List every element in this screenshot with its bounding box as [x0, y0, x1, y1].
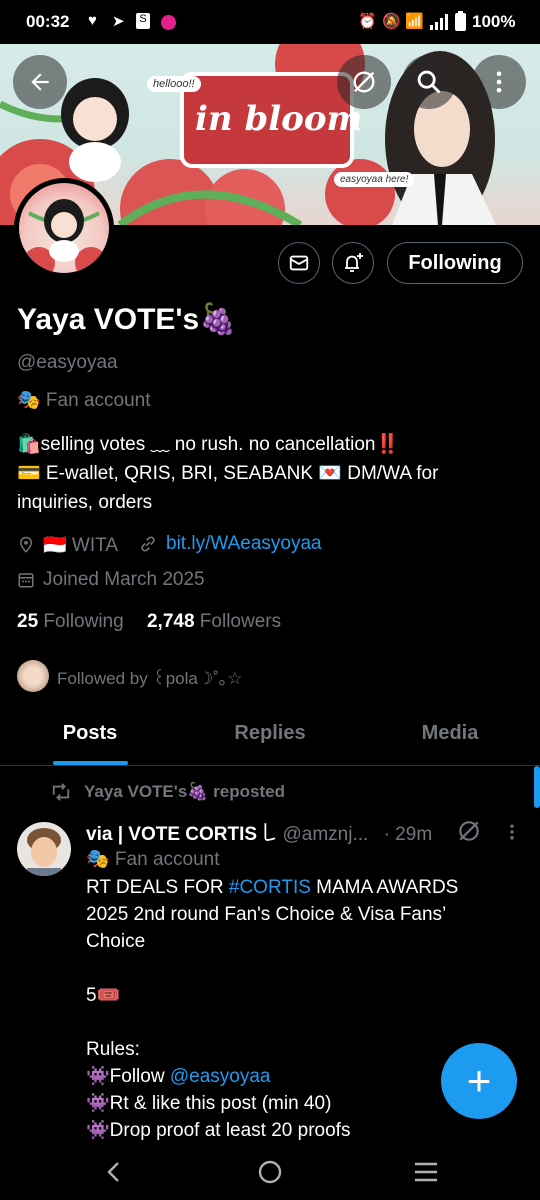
following-button[interactable]: Following — [387, 242, 523, 284]
post-author-avatar[interactable] — [17, 822, 71, 876]
followed-by-text: Followed by ꒰pola☽˚｡☆ — [57, 668, 243, 688]
alarm-icon: ⏰ — [358, 13, 377, 30]
bio-line-1: 🛍️selling votes ﹏ no rush. no cancellati… — [17, 434, 400, 455]
followed-by[interactable]: Followed by ꒰pola☽˚｡☆ — [17, 660, 243, 692]
link-icon — [141, 536, 155, 552]
post-body: RT DEALS FOR #CORTIS MAMA AWARDS 2025 2n… — [86, 874, 496, 1144]
hashtag-link[interactable]: #CORTIS — [229, 877, 311, 898]
joined-text: Joined March 2025 — [43, 569, 205, 590]
more-vertical-icon — [496, 71, 502, 93]
bell-plus-icon — [345, 253, 363, 272]
profile-category: 🎭 Fan account — [17, 390, 151, 411]
compose-button[interactable]: + — [441, 1043, 517, 1119]
back-button[interactable] — [13, 55, 67, 109]
post-line-1-prefix: RT DEALS FOR — [86, 877, 229, 898]
followers-text: Followers — [199, 611, 282, 632]
system-nav-bar — [0, 1148, 540, 1200]
website-link[interactable]: bit.ly/WAeasyoyaa — [166, 533, 322, 555]
profile-name: Yaya VOTE's🍇 — [17, 303, 237, 336]
post-rule-2: 👾Rt & like this post (min 40) — [86, 1093, 332, 1114]
back-arrow-icon — [31, 73, 49, 91]
nav-recents-icon[interactable] — [413, 1161, 439, 1183]
following-text: Following — [43, 611, 124, 632]
battery-percent: 100% — [472, 12, 516, 31]
signal-icon — [430, 14, 448, 30]
mention-link[interactable]: @easyoyaa — [170, 1066, 271, 1087]
repost-label: Yaya VOTE's🍇 reposted — [84, 782, 285, 801]
envelope-icon — [289, 255, 309, 271]
nav-home-icon[interactable] — [257, 1159, 283, 1185]
heart-icon: ♥ — [88, 12, 97, 29]
app-badge-icon — [161, 15, 176, 30]
post-author-category: 🎭 Fan account — [86, 849, 220, 870]
rule-1-prefix: 👾Follow — [86, 1066, 170, 1087]
grok-post-icon[interactable] — [456, 818, 482, 844]
notify-button[interactable] — [332, 242, 374, 284]
banner-title-text: in bloom — [195, 99, 363, 139]
profile-joined: Joined March 2025 — [17, 569, 205, 591]
banner-hello-text: hellooo!! — [147, 76, 201, 92]
post-rules-title: Rules: — [86, 1039, 140, 1060]
post-author-name[interactable]: via | VOTE CORTIS ꒒ — [86, 824, 277, 845]
banner-signature-text: easyoyaa here! — [334, 172, 415, 187]
status-bar: 00:32 ♥ ➤ S ⏰ 🔕 📶 100% — [0, 0, 540, 44]
profile-location: 🇮🇩 WITA — [17, 533, 118, 557]
followers-count: 2,748 — [146, 611, 195, 632]
mute-icon: 🔕 — [382, 13, 401, 30]
post-time: · 29m — [383, 824, 433, 845]
follower-avatar — [17, 660, 49, 692]
post-count-line: 5🎟️ — [86, 985, 121, 1006]
message-button[interactable] — [278, 242, 320, 284]
bio-line-2: 💳 E-wallet, QRIS, BRI, SEABANK 💌 DM/WA f… — [17, 463, 439, 513]
battery-icon — [455, 11, 466, 31]
status-time: 00:32 — [26, 12, 70, 31]
calendar-icon — [18, 573, 34, 588]
post-author-handle[interactable]: @amznj... — [282, 824, 368, 845]
following-count: 25 — [17, 611, 39, 632]
post-rule-1: 👾Follow @easyoyaa — [86, 1063, 496, 1090]
location-pin-icon — [19, 536, 33, 553]
grok-button[interactable] — [337, 55, 391, 109]
profile-handle: @easyoyaa — [17, 352, 118, 373]
shopping-bag-icon: S — [136, 13, 150, 29]
wifi-icon: 📶 — [405, 13, 424, 30]
tab-posts[interactable]: Posts — [0, 722, 180, 745]
slash-circle-icon — [353, 71, 375, 93]
nav-back-icon[interactable] — [104, 1160, 124, 1184]
repost-icon — [52, 783, 70, 801]
follow-counts: 25 Following 2,748 Followers — [17, 611, 281, 633]
post-rule-3: 👾Drop proof at least 20 proofs — [86, 1120, 351, 1141]
location-text: 🇮🇩 WITA — [43, 535, 119, 556]
avatar-image — [19, 183, 109, 273]
tab-media[interactable]: Media — [360, 722, 540, 745]
post-line-1: RT DEALS FOR #CORTIS MAMA AWARDS 2025 2n… — [86, 874, 496, 955]
following-count-link[interactable]: 25 Following — [17, 611, 124, 632]
profile-website[interactable]: bit.ly/WAeasyoyaa — [138, 533, 322, 555]
tab-replies[interactable]: Replies — [180, 722, 360, 745]
post-header: via | VOTE CORTIS ꒒ @amznj... · 29m — [86, 820, 432, 846]
scrollbar[interactable] — [534, 766, 540, 808]
profile-bio: 🛍️selling votes ﹏ no rush. no cancellati… — [17, 430, 517, 517]
profile-avatar[interactable] — [14, 178, 114, 278]
followers-count-link[interactable]: 2,748 Followers — [147, 611, 281, 632]
post-more-icon[interactable] — [502, 822, 522, 842]
search-icon — [417, 70, 441, 94]
search-button[interactable] — [402, 55, 456, 109]
repost-header: Yaya VOTE's🍇 reposted — [50, 782, 285, 802]
more-button[interactable] — [472, 55, 526, 109]
telegram-icon: ➤ — [112, 13, 125, 30]
